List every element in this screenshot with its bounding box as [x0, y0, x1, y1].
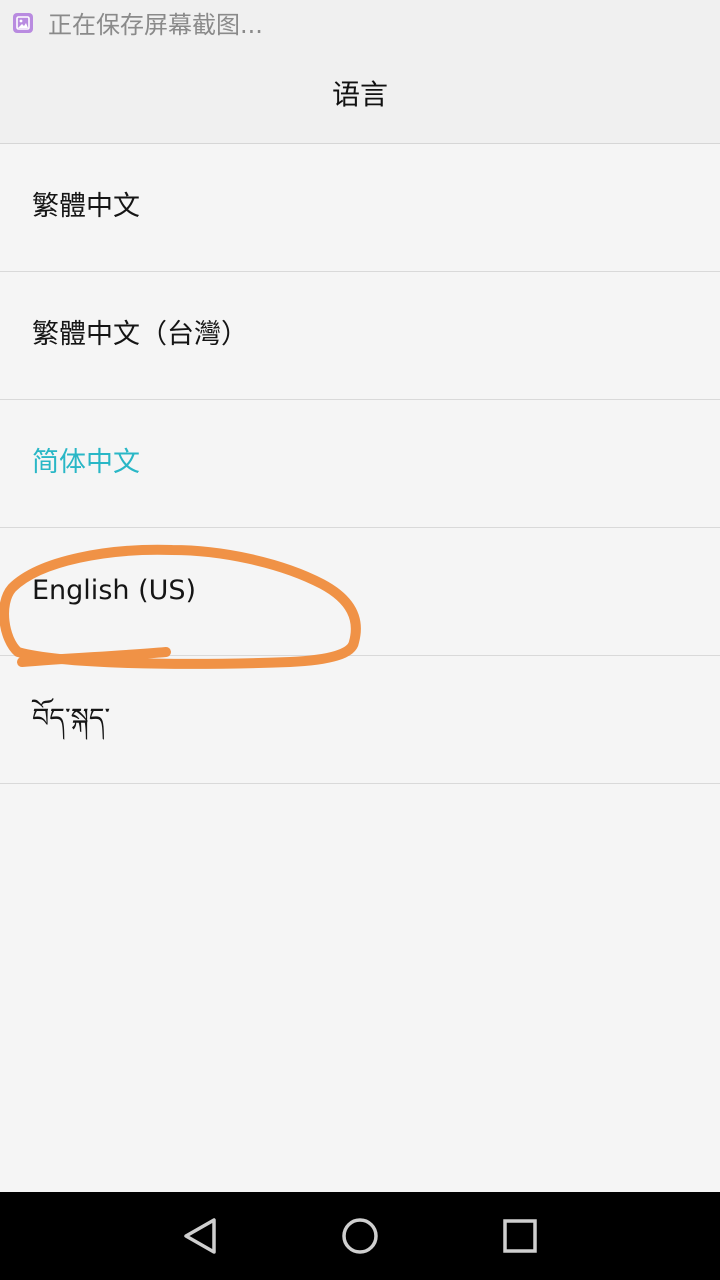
language-label: 繁體中文: [32, 191, 140, 222]
language-item-english-us[interactable]: English (US): [0, 528, 720, 656]
back-triangle-icon[interactable]: [176, 1212, 224, 1260]
language-item-tibetan[interactable]: བོད་སྐད་: [0, 656, 720, 784]
language-item-traditional-chinese[interactable]: 繁體中文: [0, 144, 720, 272]
navigation-bar: [0, 1192, 720, 1280]
recents-square-icon[interactable]: [496, 1212, 544, 1260]
language-item-simplified-chinese[interactable]: 简体中文: [0, 400, 720, 528]
language-list: 繁體中文 繁體中文（台灣） 简体中文 English (US) བོད་སྐད་: [0, 144, 720, 784]
screen: 正在保存屏幕截图... 语言 繁體中文 繁體中文（台灣） 简体中文 Englis…: [0, 0, 720, 1280]
screenshot-image-icon: [13, 13, 33, 33]
status-bar: 正在保存屏幕截图...: [0, 0, 720, 50]
language-label: English (US): [32, 575, 197, 606]
language-label: བོད་སྐད་: [32, 703, 111, 734]
language-label-selected: 简体中文: [32, 447, 140, 478]
language-label: 繁體中文（台灣）: [32, 319, 248, 350]
home-circle-icon[interactable]: [336, 1212, 384, 1260]
page-title: 语言: [331, 78, 388, 111]
title-bar: 语言: [0, 50, 720, 144]
language-item-traditional-chinese-taiwan[interactable]: 繁體中文（台灣）: [0, 272, 720, 400]
status-notification-text: 正在保存屏幕截图...: [48, 11, 263, 39]
